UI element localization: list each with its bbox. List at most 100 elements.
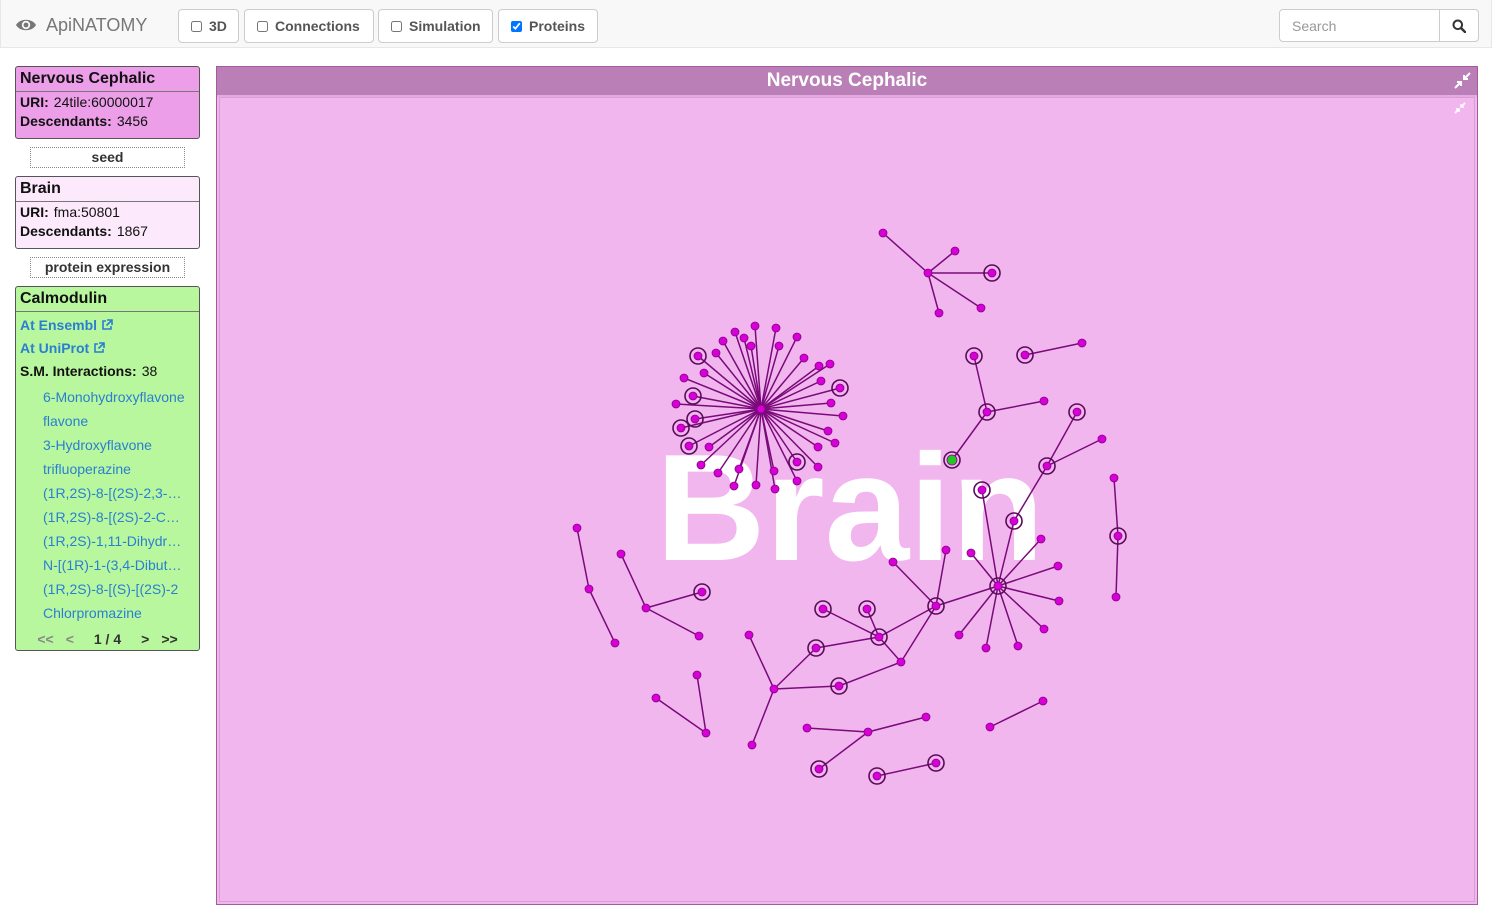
toggle-proteins[interactable]: Proteins [498, 9, 598, 43]
graph-node[interactable] [746, 341, 756, 351]
graph-node[interactable] [921, 712, 931, 722]
graph-node[interactable] [813, 442, 823, 452]
graph-node[interactable] [1016, 346, 1034, 364]
graph-node[interactable] [1039, 624, 1049, 634]
graph-node[interactable] [769, 684, 779, 694]
graph-node[interactable] [693, 583, 711, 601]
graph-node[interactable] [1068, 403, 1086, 421]
graph-node[interactable] [966, 548, 976, 558]
graph-node[interactable] [1038, 696, 1048, 706]
protein-graph[interactable] [220, 98, 1474, 901]
graph-node[interactable] [711, 348, 721, 358]
graph-node[interactable] [684, 387, 702, 405]
graph-node[interactable] [1013, 641, 1023, 651]
pager-prev[interactable]: < [60, 631, 80, 647]
graph-node[interactable] [713, 468, 723, 478]
graph-node[interactable] [813, 462, 823, 472]
graph-node[interactable] [718, 336, 728, 346]
toggle-connections[interactable]: Connections [244, 9, 374, 43]
graph-node[interactable] [810, 760, 828, 778]
small-molecule-item[interactable]: 6-Monohydroxyflavone [43, 385, 186, 409]
graph-node[interactable] [692, 670, 702, 680]
ensembl-link[interactable]: At Ensembl [16, 314, 199, 337]
tile-nervous-cephalic[interactable]: Nervous Cephalic Brain [216, 66, 1478, 905]
toggle-simulation[interactable]: Simulation [378, 9, 493, 43]
graph-node[interactable] [868, 767, 886, 785]
graph-node[interactable] [734, 464, 744, 474]
graph-node[interactable] [896, 657, 906, 667]
graph-node[interactable] [792, 332, 802, 342]
graph-node[interactable] [973, 481, 991, 499]
graph-node[interactable] [858, 600, 876, 618]
graph-node[interactable] [954, 630, 964, 640]
graph-node[interactable] [701, 728, 711, 738]
graph-node[interactable] [878, 228, 888, 238]
graph-node[interactable] [1038, 457, 1056, 475]
graph-node[interactable] [978, 403, 996, 421]
graph-node[interactable] [923, 268, 933, 278]
graph-node[interactable] [696, 460, 706, 470]
graph-node[interactable] [756, 404, 766, 414]
graph-node[interactable] [610, 638, 620, 648]
graph-node[interactable] [830, 438, 840, 448]
pager-first[interactable]: << [31, 631, 59, 647]
graph-node[interactable] [816, 376, 826, 386]
pager-next[interactable]: > [135, 631, 155, 647]
graph-node[interactable] [927, 754, 945, 772]
graph-node[interactable] [680, 437, 698, 455]
graph-node[interactable] [888, 557, 898, 567]
graph-node[interactable] [1111, 592, 1121, 602]
toggle-proteins-checkbox[interactable] [511, 20, 522, 32]
graph-node[interactable] [651, 693, 661, 703]
graph-node[interactable] [704, 442, 714, 452]
uniprot-link[interactable]: At UniProt [16, 337, 199, 360]
graph-node[interactable] [739, 333, 749, 343]
graph-node[interactable] [671, 399, 681, 409]
graph-node[interactable] [747, 740, 757, 750]
small-molecule-item[interactable]: (1R,2S)-1,11-Dihydroxy [43, 529, 186, 553]
graph-node[interactable] [1053, 561, 1063, 571]
graph-node[interactable] [989, 577, 1007, 595]
graph-node[interactable] [965, 347, 983, 365]
graph-node[interactable] [729, 481, 739, 491]
graph-node[interactable] [838, 411, 848, 421]
small-molecule-item[interactable]: Chlorpromazine [43, 601, 186, 625]
graph-node[interactable] [807, 639, 825, 657]
graph-node[interactable] [1109, 473, 1119, 483]
toggle-3d-checkbox[interactable] [191, 20, 202, 32]
graph-node[interactable] [831, 379, 849, 397]
graph-node[interactable] [744, 630, 754, 640]
search-input[interactable] [1279, 9, 1440, 42]
graph-node[interactable] [672, 419, 690, 437]
graph-node[interactable] [699, 368, 709, 378]
small-molecule-item[interactable]: (1R,2S)-8-[(2S)-2-Chloro [43, 505, 186, 529]
small-molecule-item[interactable]: (1R,2S)-8-[(S)-[(2S)-2 [43, 577, 186, 601]
graph-node[interactable] [641, 603, 651, 613]
graph-node[interactable] [985, 722, 995, 732]
graph-node[interactable] [1054, 596, 1064, 606]
tile-brain[interactable]: Brain [219, 97, 1475, 902]
graph-node[interactable] [616, 549, 626, 559]
collapse-icon[interactable] [1454, 72, 1471, 89]
graph-node[interactable] [950, 246, 960, 256]
graph-node[interactable] [1039, 396, 1049, 406]
graph-node[interactable] [814, 600, 832, 618]
small-molecule-item[interactable]: N-[(1R)-1-(3,4-Dibutoxyphenyl) [43, 553, 186, 577]
graph-node[interactable] [774, 341, 784, 351]
graph-node[interactable] [679, 373, 689, 383]
small-molecule-item[interactable]: flavone [43, 409, 186, 433]
graph-node[interactable] [814, 361, 824, 371]
graph-node[interactable] [823, 426, 833, 436]
graph-node[interactable] [870, 628, 888, 646]
brand[interactable]: ApiNATOMY [15, 14, 147, 36]
graph-node[interactable] [771, 323, 781, 333]
graph-node[interactable] [927, 597, 945, 615]
toggle-connections-checkbox[interactable] [257, 20, 268, 32]
search-button[interactable] [1439, 9, 1479, 42]
graph-node[interactable] [802, 723, 812, 733]
graph-node[interactable] [934, 308, 944, 318]
pager-last[interactable]: >> [155, 631, 183, 647]
graph-node[interactable] [981, 643, 991, 653]
graph-node[interactable] [750, 321, 760, 331]
graph-node[interactable] [941, 545, 951, 555]
